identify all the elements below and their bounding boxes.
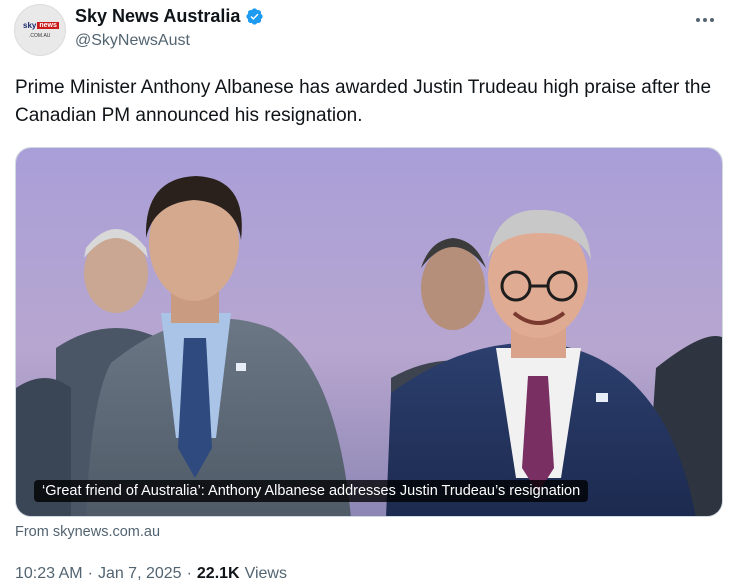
tweet-date[interactable]: Jan 7, 2025 <box>98 565 182 583</box>
logo-sub-text: .COM.AU <box>29 33 51 39</box>
card-caption: ‘Great friend of Australia’: Anthony Alb… <box>34 480 589 502</box>
views-label: Views <box>244 565 287 582</box>
handle[interactable]: @SkyNewsAust <box>75 32 190 50</box>
dot <box>696 18 700 22</box>
separator: · <box>87 565 93 582</box>
dot <box>703 18 707 22</box>
tweet-header: sky news .COM.AU Sky News Australia @Sky… <box>14 4 720 60</box>
link-card[interactable]: ‘Great friend of Australia’: Anthony Alb… <box>15 147 723 517</box>
card-source-link[interactable]: From skynews.com.au <box>15 524 160 540</box>
more-horizontal-icon[interactable] <box>690 8 720 32</box>
views-count: 22.1K <box>196 565 240 582</box>
name-row: Sky News Australia <box>75 6 264 27</box>
dot <box>710 18 714 22</box>
tweet-text: Prime Minister Anthony Albanese has awar… <box>15 77 712 126</box>
news-photo <box>16 148 722 516</box>
sky-news-logo: sky news <box>23 21 59 30</box>
separator: · <box>186 565 192 582</box>
avatar[interactable]: sky news .COM.AU <box>14 4 66 56</box>
verified-badge-icon[interactable] <box>245 7 264 26</box>
tweet-time[interactable]: 10:23 AM <box>15 565 83 583</box>
tweet-meta: 10:23 AM · Jan 7, 2025 · 22.1K Views <box>15 565 287 583</box>
logo-news-text: news <box>37 22 59 29</box>
display-name[interactable]: Sky News Australia <box>75 6 240 27</box>
logo-sky-text: sky <box>23 21 37 30</box>
